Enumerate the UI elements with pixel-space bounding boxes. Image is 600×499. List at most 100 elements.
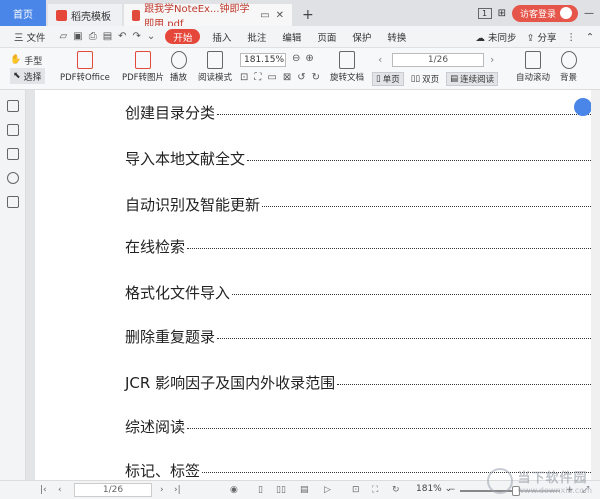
menu-page[interactable]: 页面 bbox=[309, 26, 344, 48]
attachment-icon[interactable] bbox=[7, 172, 19, 184]
auto-scroll-button[interactable]: 自动滚动 bbox=[516, 51, 550, 83]
zoom-out-icon[interactable]: ⊖ bbox=[292, 53, 300, 64]
background-button[interactable]: 背景 bbox=[560, 51, 577, 83]
toc-leader bbox=[262, 206, 595, 207]
status-zoom-out-icon[interactable]: − bbox=[448, 485, 456, 495]
menu-protect-label: 保护 bbox=[352, 32, 372, 44]
status-fit-icon[interactable]: ⊡ bbox=[352, 485, 360, 495]
eye-icon[interactable]: ◉ bbox=[230, 485, 238, 495]
pdf-to-image-icon bbox=[135, 51, 152, 69]
toc-item-label: 标记、标签 bbox=[125, 462, 201, 480]
first-page-icon[interactable]: |‹ bbox=[40, 485, 47, 495]
prev-page-icon[interactable]: ‹ bbox=[378, 53, 382, 66]
toc-leader bbox=[187, 248, 595, 249]
thumbnail-icon[interactable] bbox=[7, 124, 19, 136]
collapse-icon[interactable]: ⌃ bbox=[586, 32, 594, 43]
grid-icon[interactable]: ⊞ bbox=[498, 8, 506, 19]
rotate-left-icon[interactable]: ↺ bbox=[297, 72, 305, 83]
read-mode-button[interactable]: 阅读模式 bbox=[198, 51, 232, 83]
menu-edit[interactable]: 编辑 bbox=[274, 26, 309, 48]
status-play-icon[interactable]: ▷ bbox=[324, 485, 331, 495]
new-tab-button[interactable]: + bbox=[302, 4, 314, 26]
rotate-document-button[interactable]: 旋转文档 bbox=[330, 51, 364, 83]
rotate-right-icon[interactable]: ↻ bbox=[312, 72, 320, 83]
status-rotate-icon[interactable]: ↻ bbox=[392, 485, 400, 495]
menu-annotate[interactable]: 批注 bbox=[239, 26, 274, 48]
select-tool[interactable]: ⬉ 选择 bbox=[10, 68, 45, 84]
tab-home[interactable]: 首页 bbox=[0, 0, 46, 26]
toc-item[interactable]: 删除重复题录 bbox=[125, 326, 595, 347]
pdf-to-office-button[interactable]: PDF转Office bbox=[60, 51, 110, 83]
double-page-button[interactable]: ▯▯ 双页 bbox=[408, 72, 442, 86]
status-page-input[interactable]: 1/26 bbox=[74, 483, 152, 497]
toc-item[interactable]: 导入本地文献全文 bbox=[125, 148, 595, 169]
save-icon[interactable]: ▣ bbox=[73, 31, 82, 42]
tab-document[interactable]: 跟我学NoteEx...钟即学即用.pdf ▭ ✕ bbox=[124, 4, 292, 30]
comment-icon[interactable] bbox=[7, 148, 19, 160]
more-chevron-icon[interactable]: ⌄ bbox=[147, 31, 155, 42]
status-fullscreen-icon[interactable]: ⛶ bbox=[372, 485, 378, 495]
window-count-badge[interactable]: 1 bbox=[477, 7, 492, 19]
continuous-label: 连续阅读 bbox=[460, 75, 495, 85]
signature-icon[interactable] bbox=[7, 196, 19, 208]
screenshot-icon[interactable]: ⊠ bbox=[283, 72, 291, 83]
hand-tool[interactable]: ✋ 手型 bbox=[10, 52, 45, 68]
menu-convert[interactable]: 转换 bbox=[379, 26, 414, 48]
toc-item[interactable]: JCR 影响因子及国内外收录范围 bbox=[125, 372, 595, 393]
menu-annotate-label: 批注 bbox=[247, 32, 267, 44]
guest-login-button[interactable]: 访客登录 bbox=[511, 4, 578, 22]
status-double-page-icon[interactable]: ▯▯ bbox=[276, 485, 286, 495]
page-view-modes: ▯ 单页 ▯▯ 双页 ▤ 连续阅读 bbox=[372, 72, 499, 86]
share-button[interactable]: ⇪ 分享 bbox=[527, 30, 557, 44]
status-zoom[interactable]: 181% ⌄ bbox=[416, 484, 452, 494]
toc-item[interactable]: 在线检索 bbox=[125, 236, 595, 257]
single-page-button[interactable]: ▯ 单页 bbox=[372, 72, 404, 86]
last-page-icon[interactable]: ›| bbox=[174, 485, 181, 495]
prev-page-status-icon[interactable]: ‹ bbox=[58, 485, 62, 495]
pdf-to-image-button[interactable]: PDF转图片 bbox=[122, 51, 164, 83]
print-icon[interactable]: ⎙ bbox=[89, 31, 97, 42]
sync-status[interactable]: ☁ 未同步 bbox=[475, 30, 516, 44]
menu-file-label: 三 文件 bbox=[14, 32, 46, 44]
menu-protect[interactable]: 保护 bbox=[344, 26, 379, 48]
tab-template[interactable]: 稻壳模板 bbox=[48, 4, 122, 26]
redo-icon[interactable]: ↷ bbox=[133, 31, 141, 42]
toc-item[interactable]: 自动识别及智能更新 bbox=[125, 194, 595, 215]
status-single-page-icon[interactable]: ▯ bbox=[258, 485, 263, 495]
menu-insert[interactable]: 插入 bbox=[204, 26, 239, 48]
fit-width-icon[interactable]: ▭ bbox=[267, 72, 276, 83]
toc-item[interactable]: 创建目录分类 bbox=[125, 102, 595, 123]
continuous-read-button[interactable]: ▤ 连续阅读 bbox=[446, 72, 499, 86]
document-viewport[interactable]: 创建目录分类 导入本地文献全文 自动识别及智能更新 在线检索 格式化文件导入 删… bbox=[26, 90, 600, 480]
close-tab-icon[interactable]: ✕ bbox=[276, 10, 284, 21]
rotate-document-label: 旋转文档 bbox=[330, 73, 365, 83]
toc-item[interactable]: 综述阅读 bbox=[125, 416, 595, 437]
toc-item[interactable]: 格式化文件导入 bbox=[125, 282, 595, 303]
page-number-input[interactable]: 1/26 bbox=[392, 53, 484, 67]
fit-page-icon[interactable]: ⛶ bbox=[254, 72, 261, 83]
bookmark-icon[interactable] bbox=[7, 100, 19, 112]
vertical-scrollbar[interactable] bbox=[591, 90, 600, 480]
floating-translate-icon[interactable] bbox=[574, 98, 592, 116]
auto-scroll-label: 自动滚动 bbox=[516, 73, 551, 83]
actual-size-icon[interactable]: ⊡ bbox=[240, 72, 248, 83]
window-count-label: 1 bbox=[482, 8, 488, 18]
menu-file[interactable]: 三 文件 bbox=[6, 26, 54, 48]
more-icon[interactable]: ⋮ bbox=[567, 32, 577, 43]
zoom-input[interactable]: 181.15% bbox=[240, 53, 286, 67]
next-page-icon[interactable]: › bbox=[490, 53, 494, 66]
pdf-reader-window: 首页 稻壳模板 跟我学NoteEx...钟即学即用.pdf ▭ ✕ + 1 ⊞ … bbox=[0, 0, 600, 499]
menu-start[interactable]: 开始 bbox=[165, 29, 201, 44]
double-page-icon: ▯▯ bbox=[410, 74, 421, 84]
status-continuous-icon[interactable]: ▤ bbox=[300, 485, 309, 495]
open-folder-icon[interactable]: ▱ bbox=[60, 31, 68, 42]
monitor-icon[interactable]: ▭ bbox=[260, 10, 269, 21]
undo-icon[interactable]: ↶ bbox=[118, 31, 126, 42]
print-preview-icon[interactable]: ▤ bbox=[103, 31, 112, 42]
menu-page-label: 页面 bbox=[317, 32, 337, 44]
read-mode-label: 阅读模式 bbox=[198, 73, 233, 83]
zoom-in-icon[interactable]: ⊕ bbox=[305, 53, 313, 64]
minimize-icon[interactable]: — bbox=[584, 8, 594, 19]
play-button[interactable]: 播放 bbox=[170, 51, 187, 83]
next-page-status-icon[interactable]: › bbox=[160, 485, 164, 495]
